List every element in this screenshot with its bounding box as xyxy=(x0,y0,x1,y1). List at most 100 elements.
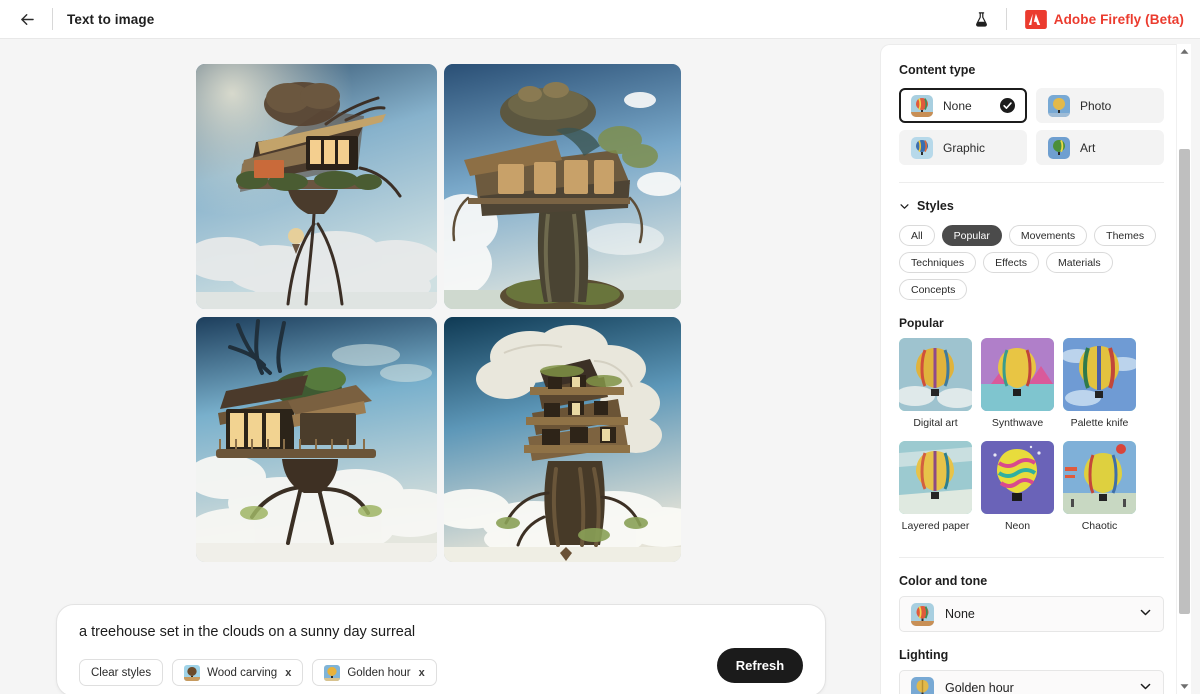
balloon-thumb-icon xyxy=(899,338,972,411)
digital-art-thumbnail xyxy=(899,338,972,411)
style-label: Palette knife xyxy=(1070,417,1129,429)
style-filter-concepts[interactable]: Concepts xyxy=(899,279,968,300)
balloon-thumb-icon xyxy=(1063,338,1136,411)
chevron-down-glyph xyxy=(1140,683,1151,690)
scroll-down-button[interactable] xyxy=(1177,679,1191,694)
balloon-thumb-icon xyxy=(1063,441,1136,514)
remove-chip-icon[interactable]: x xyxy=(285,667,291,679)
color-and-tone-select[interactable]: None xyxy=(899,596,1164,632)
lighting-title: Lighting xyxy=(899,648,949,662)
style-filter-themes[interactable]: Themes xyxy=(1094,225,1157,246)
style-item-neon[interactable]: Neon xyxy=(981,441,1054,540)
header-divider xyxy=(52,8,53,30)
panel-scrollbar[interactable] xyxy=(1176,44,1191,694)
balloon-thumb-icon xyxy=(911,676,934,694)
content-type-label: None xyxy=(943,98,972,113)
style-item-layered-paper[interactable]: Layered paper xyxy=(899,441,972,540)
refresh-button[interactable]: Refresh xyxy=(717,648,803,683)
lighting-select[interactable]: Golden hour xyxy=(899,670,1164,694)
style-item-chaotic[interactable]: Chaotic xyxy=(1063,441,1136,540)
balloon-thumb-icon xyxy=(899,441,972,514)
none-thumbnail xyxy=(911,94,933,117)
content-type-option-art[interactable]: Art xyxy=(1036,130,1164,165)
settings-panel-container: Content type None Photo Graphic Art Styl… xyxy=(880,39,1200,694)
clear-styles-label: Clear styles xyxy=(91,666,152,679)
color-and-tone-value: None xyxy=(945,607,975,621)
generated-image[interactable] xyxy=(196,317,437,562)
balloon-thumb-icon xyxy=(1048,94,1070,117)
content-type-option-photo[interactable]: Photo xyxy=(1036,88,1164,123)
arrow-left-icon xyxy=(20,13,34,25)
style-filter-materials[interactable]: Materials xyxy=(1046,252,1113,273)
style-item-synthwave[interactable]: Synthwave xyxy=(981,338,1054,437)
generated-image[interactable] xyxy=(196,64,437,309)
neon-thumbnail xyxy=(981,441,1054,514)
style-thumbnail-grid: Digital art Synthwave Palette knife Laye… xyxy=(899,338,1164,540)
clear-styles-button[interactable]: Clear styles xyxy=(79,659,164,686)
chevron-down-icon xyxy=(900,203,909,209)
prompt-bar: a treehouse set in the clouds on a sunny… xyxy=(56,604,826,694)
panel-divider xyxy=(899,182,1164,183)
style-filter-effects[interactable]: Effects xyxy=(983,252,1040,273)
generated-image[interactable] xyxy=(444,64,681,309)
brand-logo[interactable]: Adobe Firefly (Beta) xyxy=(1024,9,1184,29)
styles-section-header[interactable]: Styles xyxy=(899,199,1164,213)
scrollbar-thumb[interactable] xyxy=(1179,149,1190,614)
balloon-thumb-icon xyxy=(981,338,1054,411)
adobe-logo-icon xyxy=(1024,9,1047,29)
style-chip-golden-hour[interactable]: Golden hour x xyxy=(312,659,437,686)
chip-label: Wood carving xyxy=(207,666,278,679)
layered-paper-thumbnail xyxy=(899,441,972,514)
generated-image[interactable] xyxy=(444,317,681,562)
style-label: Neon xyxy=(1004,520,1031,532)
balloon-thumb-icon xyxy=(911,136,933,159)
style-label: Layered paper xyxy=(901,520,970,532)
photo-thumbnail xyxy=(1048,94,1070,117)
chevron-down-icon xyxy=(1139,606,1152,622)
header-right-group: Adobe Firefly (Beta) xyxy=(968,5,1184,33)
graphic-thumbnail xyxy=(911,136,933,159)
style-filter-chips: All Popular Movements Themes Techniques … xyxy=(899,225,1164,300)
balloon-thumb-icon xyxy=(184,664,201,681)
style-filter-popular[interactable]: Popular xyxy=(941,225,1002,246)
prompt-input[interactable]: a treehouse set in the clouds on a sunny… xyxy=(79,623,803,641)
caret-down-icon xyxy=(1180,684,1188,689)
back-button[interactable] xyxy=(12,4,42,34)
header-divider-2 xyxy=(1005,8,1007,30)
color-and-tone-title: Color and tone xyxy=(899,574,988,588)
style-item-digital-art[interactable]: Digital art xyxy=(899,338,972,437)
content-type-title: Content type xyxy=(899,63,976,77)
chip-label: Golden hour xyxy=(347,666,411,679)
styles-title: Styles xyxy=(917,199,954,213)
main-body: a treehouse set in the clouds on a sunny… xyxy=(0,39,1200,694)
page-title: Text to image xyxy=(67,11,155,27)
color-tone-thumbnail xyxy=(911,602,934,626)
results-area: a treehouse set in the clouds on a sunny… xyxy=(0,39,880,694)
content-type-option-none[interactable]: None xyxy=(899,88,1027,123)
panel-divider-2 xyxy=(899,557,1164,558)
treehouse-artwork-3 xyxy=(196,317,437,562)
remove-chip-icon[interactable]: x xyxy=(419,667,425,679)
beta-lab-button[interactable] xyxy=(968,5,996,33)
chevron-down-icon xyxy=(1139,680,1152,694)
app-header: Text to image Adobe Firefly (Beta) xyxy=(0,0,1200,39)
treehouse-artwork-2 xyxy=(444,64,681,309)
balloon-thumb-icon xyxy=(981,441,1054,514)
wood-carving-thumbnail xyxy=(184,664,201,681)
lighting-thumbnail xyxy=(911,676,934,694)
settings-panel: Content type None Photo Graphic Art Styl… xyxy=(880,44,1182,694)
scrollbar-track[interactable] xyxy=(1177,59,1191,679)
generated-image-grid xyxy=(196,64,681,562)
popular-group-label: Popular xyxy=(899,316,944,330)
content-type-option-graphic[interactable]: Graphic xyxy=(899,130,1027,165)
style-label: Digital art xyxy=(913,417,958,429)
golden-hour-thumbnail xyxy=(324,664,341,681)
style-filter-all[interactable]: All xyxy=(899,225,935,246)
style-chip-wood-carving[interactable]: Wood carving x xyxy=(172,659,304,686)
style-filter-movements[interactable]: Movements xyxy=(1008,225,1088,246)
style-filter-techniques[interactable]: Techniques xyxy=(899,252,977,273)
synthwave-thumbnail xyxy=(981,338,1054,411)
style-item-palette-knife[interactable]: Palette knife xyxy=(1063,338,1136,437)
scroll-up-button[interactable] xyxy=(1177,44,1191,59)
treehouse-artwork-1 xyxy=(196,64,437,309)
